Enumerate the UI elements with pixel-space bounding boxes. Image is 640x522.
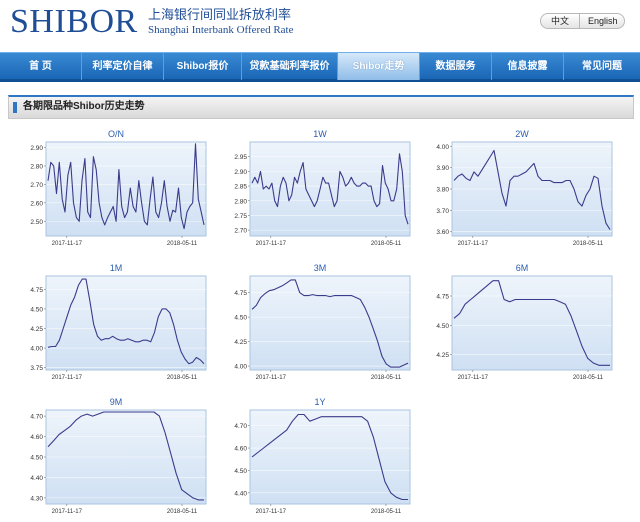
y-tick-label: 4.50 xyxy=(234,315,247,322)
chart-1w: 2.95 2.90 2.85 2.80 2.75 2.70 2017-11-17 2018-0… xyxy=(234,141,411,247)
y-tick-label: 4.40 xyxy=(30,475,43,482)
y-tick-label: 4.40 xyxy=(234,490,247,497)
y-tick-label: 2.80 xyxy=(30,163,43,170)
y-tick-label: 3.60 xyxy=(436,229,449,236)
y-tick-label: 2.50 xyxy=(30,219,43,226)
y-tick-label: 4.00 xyxy=(234,364,247,371)
y-tick-label: 4.25 xyxy=(30,326,43,333)
nav-lpr-quotes[interactable]: 贷款基础利率报价 xyxy=(242,53,338,80)
x-tick-label: 2018-05-11 xyxy=(167,241,198,247)
y-tick-label: 2.90 xyxy=(234,169,247,176)
y-tick-label: 4.75 xyxy=(234,290,247,297)
y-tick-label: 4.25 xyxy=(436,352,449,359)
y-tick-label: 2.85 xyxy=(234,184,247,191)
x-tick-label: 2017-11-17 xyxy=(256,375,287,381)
main-nav: 首 页 利率定价自律 Shibor报价 贷款基础利率报价 Shibor走势 数据… xyxy=(0,52,640,82)
chart-1m: 4.75 4.50 4.25 4.00 3.75 2017-11-17 2018-05-11 xyxy=(30,275,207,381)
x-tick-label: 2018-05-11 xyxy=(167,509,198,515)
y-tick-label: 4.00 xyxy=(436,144,449,151)
y-tick-label: 2.75 xyxy=(234,213,247,220)
nav-pricing-selfdiscipline[interactable]: 利率定价自律 xyxy=(82,53,164,80)
y-tick-label: 2.70 xyxy=(234,228,247,235)
x-tick-label: 2018-05-11 xyxy=(573,241,604,247)
nav-data-service[interactable]: 数据服务 xyxy=(420,53,492,80)
x-tick-label: 2018-05-11 xyxy=(371,241,402,247)
nav-faq[interactable]: 常见问题 xyxy=(564,53,640,80)
nav-shibor-quotes[interactable]: Shibor报价 xyxy=(164,53,242,80)
chart-1y: 4.70 4.60 4.50 4.40 2017-11-17 2018-05-11 xyxy=(234,409,411,515)
y-tick-label: 2.60 xyxy=(30,200,43,207)
y-tick-label: 4.70 xyxy=(30,414,43,421)
y-tick-label: 3.75 xyxy=(30,365,43,372)
chart-panel-9m: 9M 4.70 4.60 4.50 4.40 4.30 2017-11-17 2018-05… xyxy=(18,396,214,518)
x-tick-label: 2017-11-17 xyxy=(458,241,489,247)
chart-panel-1m: 1M 4.75 4.50 4.25 4.00 3.75 2017-11-17 2018-05… xyxy=(18,262,214,384)
x-tick-label: 2018-05-11 xyxy=(573,375,604,381)
y-tick-label: 4.50 xyxy=(30,455,43,462)
y-tick-label: 4.00 xyxy=(30,346,43,353)
x-tick-label: 2018-05-11 xyxy=(371,509,402,515)
y-tick-label: 3.70 xyxy=(436,208,449,215)
logo-english-name: Shanghai Interbank Offered Rate xyxy=(148,24,294,36)
y-tick-label: 4.60 xyxy=(30,434,43,441)
x-tick-label: 2018-05-11 xyxy=(167,375,198,381)
site-header: SHIBOR 上海银行间同业拆放利率 Shanghai Interbank Of… xyxy=(0,0,640,48)
lang-english-button[interactable]: English xyxy=(579,13,625,29)
x-tick-label: 2018-05-11 xyxy=(371,375,402,381)
chart-panel-3m: 3M 4.75 4.50 4.25 4.00 2017-11-17 2018-05-11 xyxy=(222,262,418,384)
y-tick-label: 2.90 xyxy=(30,145,43,152)
section-header: 各期限品种Shibor历史走势 xyxy=(8,95,634,119)
chart-panel-on: O/N 2.90 2.80 2.70 2.60 2.50 2017-11-17 2018-0… xyxy=(18,128,214,250)
plot-area xyxy=(45,275,207,371)
chart-on: 2.90 2.80 2.70 2.60 2.50 2017-11-17 2018-05-11 xyxy=(30,141,207,247)
plot-area xyxy=(249,409,411,505)
x-tick-label: 2017-11-17 xyxy=(458,375,489,381)
nav-disclosure[interactable]: 信息披露 xyxy=(492,53,564,80)
x-tick-label: 2017-11-17 xyxy=(52,241,83,247)
chart-panel-1w: 1W 2.95 2.90 2.85 2.80 2.75 2.70 2017-11-17 201… xyxy=(222,128,418,250)
y-tick-label: 4.75 xyxy=(436,293,449,300)
y-tick-label: 4.50 xyxy=(436,323,449,330)
y-tick-label: 2.95 xyxy=(234,154,247,161)
y-tick-label: 2.80 xyxy=(234,198,247,205)
chart-2w: 4.00 3.90 3.80 3.70 3.60 2017-11-17 2018-05-11 xyxy=(436,141,613,247)
y-tick-label: 4.70 xyxy=(234,423,247,430)
y-tick-label: 3.80 xyxy=(436,187,449,194)
y-tick-label: 2.70 xyxy=(30,182,43,189)
chart-panel-1y: 1Y 4.70 4.60 4.50 4.40 2017-11-17 2018-05-11 xyxy=(222,396,418,518)
logo-chinese-name: 上海银行间同业拆放利率 xyxy=(148,8,292,23)
x-tick-label: 2017-11-17 xyxy=(256,509,287,515)
chart-panel-2w: 2W 4.00 3.90 3.80 3.70 3.60 2017-11-17 2018-05… xyxy=(424,128,620,250)
y-tick-label: 4.30 xyxy=(30,495,43,502)
y-tick-label: 4.25 xyxy=(234,339,247,346)
chart-3m: 4.75 4.50 4.25 4.00 2017-11-17 2018-05-11 xyxy=(234,275,411,381)
y-tick-label: 3.90 xyxy=(436,165,449,172)
y-tick-label: 4.50 xyxy=(30,306,43,313)
y-tick-label: 4.50 xyxy=(234,468,247,475)
x-tick-label: 2017-11-17 xyxy=(52,375,83,381)
lang-chinese-button[interactable]: 中文 xyxy=(540,13,580,29)
x-tick-label: 2017-11-17 xyxy=(52,509,83,515)
nav-home[interactable]: 首 页 xyxy=(0,53,82,80)
chart-6m: 4.75 4.50 4.25 2017-11-17 2018-05-11 xyxy=(436,275,613,381)
shibor-logo[interactable]: SHIBOR xyxy=(10,3,138,41)
nav-shibor-trend[interactable]: Shibor走势 xyxy=(338,53,420,80)
chart-9m: 4.70 4.60 4.50 4.40 4.30 2017-11-17 2018-05-11 xyxy=(30,409,207,515)
y-tick-label: 4.60 xyxy=(234,446,247,453)
plot-area xyxy=(451,275,613,371)
x-tick-label: 2017-11-17 xyxy=(256,241,287,247)
section-title: 各期限品种Shibor历史走势 xyxy=(23,101,145,112)
chart-panel-6m: 6M 4.75 4.50 4.25 2017-11-17 2018-05-11 xyxy=(424,262,620,384)
y-tick-label: 4.75 xyxy=(30,287,43,294)
section-marker xyxy=(13,102,17,113)
